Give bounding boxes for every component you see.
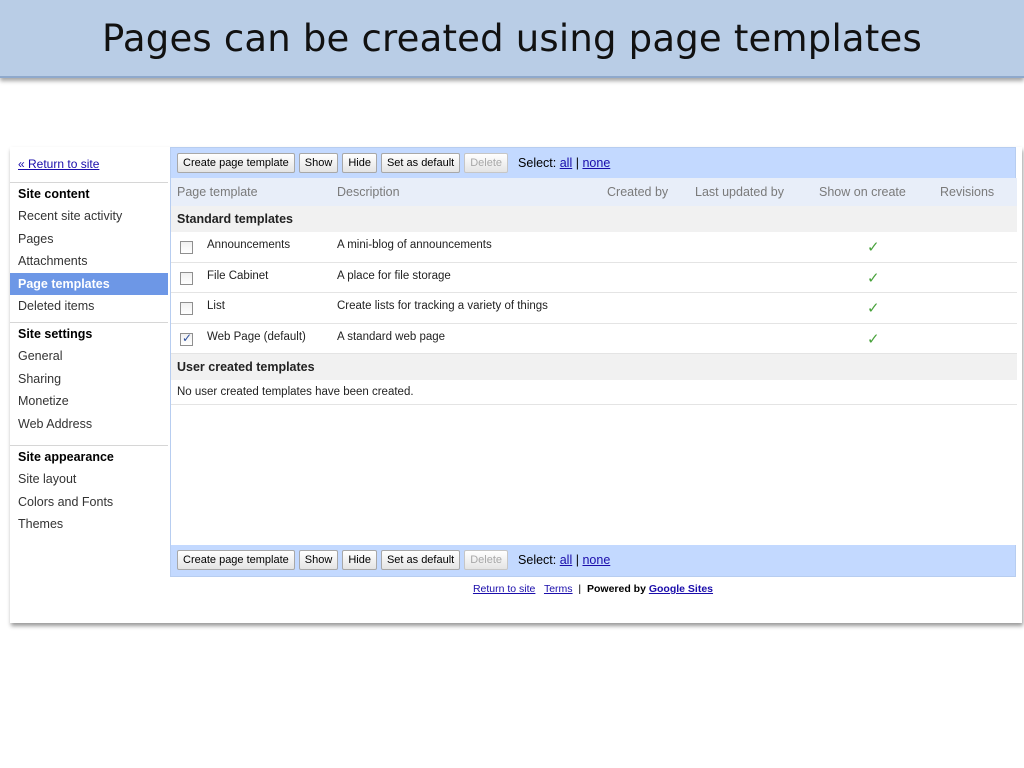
sidebar-section-site-content: Site content Recent site activity Pages … xyxy=(10,182,168,318)
sidebar-item-pages[interactable]: Pages xyxy=(10,228,168,251)
page-templates-panel: Create page template Show Hide Set as de… xyxy=(170,147,1017,577)
template-description: Create lists for tracking a variety of t… xyxy=(337,300,548,312)
sidebar-item-monetize[interactable]: Monetize xyxy=(10,390,168,413)
user-templates-group: User created templates xyxy=(171,354,1017,380)
sidebar-section-site-appearance: Site appearance Site layout Colors and F… xyxy=(10,445,168,536)
footer-google-sites-link[interactable]: Google Sites xyxy=(649,583,713,595)
empty-message: No user created templates have been crea… xyxy=(171,380,1017,405)
footer: Return to site Terms | Powered by Google… xyxy=(170,583,1016,595)
checkmark-icon: ✓ xyxy=(867,300,880,317)
select-none-link[interactable]: none xyxy=(582,156,610,170)
sidebar-item-sharing[interactable]: Sharing xyxy=(10,368,168,391)
toolbar-top: Create page template Show Hide Set as de… xyxy=(171,148,1017,178)
checkbox-icon[interactable] xyxy=(180,241,193,254)
footer-return-link[interactable]: Return to site xyxy=(473,583,535,595)
delete-button[interactable]: Delete xyxy=(464,550,509,570)
show-button[interactable]: Show xyxy=(298,550,339,570)
table-row[interactable]: List Create lists for tracking a variety… xyxy=(171,293,1017,324)
standard-templates-group: Standard templates xyxy=(171,206,1017,232)
template-description: A place for file storage xyxy=(337,269,451,282)
checkbox-icon[interactable] xyxy=(180,331,193,346)
footer-terms-link[interactable]: Terms xyxy=(544,583,573,595)
checkmark-icon: ✓ xyxy=(867,330,880,348)
toolbar-bottom: Create page template Show Hide Set as de… xyxy=(171,545,1017,575)
table-row[interactable]: Web Page (default) A standard web page ✓ xyxy=(171,324,1017,354)
select-separator: | xyxy=(575,156,579,170)
sidebar-item-page-templates[interactable]: Page templates xyxy=(10,272,168,295)
hide-button[interactable]: Hide xyxy=(342,153,377,173)
col-created-by[interactable]: Created by xyxy=(607,185,668,199)
template-name[interactable]: Announcements xyxy=(207,239,290,251)
templates-table: Page template Description Created by Las… xyxy=(171,178,1017,545)
footer-separator: | xyxy=(578,583,582,595)
template-name[interactable]: List xyxy=(207,300,225,312)
sidebar-item-general[interactable]: General xyxy=(10,345,168,368)
checkmark-icon: ✓ xyxy=(867,269,880,287)
select-separator: | xyxy=(575,553,579,567)
col-description[interactable]: Description xyxy=(337,185,400,199)
create-template-button[interactable]: Create page template xyxy=(177,550,295,570)
table-row[interactable]: Announcements A mini-blog of announcemen… xyxy=(171,232,1017,263)
sidebar-item-recent-activity[interactable]: Recent site activity xyxy=(10,205,168,228)
sidebar-item-deleted-items[interactable]: Deleted items xyxy=(10,295,168,318)
sidebar-section-site-settings: Site settings General Sharing Monetize W… xyxy=(10,322,168,435)
slide-title: Pages can be created using page template… xyxy=(102,16,922,60)
slide-title-bar: Pages can be created using page template… xyxy=(0,0,1024,78)
select-controls: Select: all | none xyxy=(518,156,610,170)
sites-admin-screenshot: « Return to site Site content Recent sit… xyxy=(10,147,1022,623)
table-header: Page template Description Created by Las… xyxy=(171,178,1017,206)
sidebar-item-site-layout[interactable]: Site layout xyxy=(10,468,168,491)
sidebar-heading: Site appearance xyxy=(18,450,114,464)
table-row[interactable]: File Cabinet A place for file storage ✓ xyxy=(171,263,1017,293)
select-all-link[interactable]: all xyxy=(560,156,573,170)
select-label: Select: xyxy=(518,553,557,567)
sidebar-item-themes[interactable]: Themes xyxy=(10,513,168,536)
checkbox-icon[interactable] xyxy=(180,302,193,315)
select-label: Select: xyxy=(518,156,557,170)
set-default-button[interactable]: Set as default xyxy=(380,153,461,173)
template-description: A mini-blog of announcements xyxy=(337,239,492,251)
select-controls: Select: all | none xyxy=(518,553,610,567)
checkbox-icon[interactable] xyxy=(180,271,193,285)
checkmark-icon: ✓ xyxy=(867,239,880,256)
col-revisions[interactable]: Revisions xyxy=(940,185,994,199)
hide-button[interactable]: Hide xyxy=(342,550,377,570)
footer-powered-by: Powered by xyxy=(586,583,646,595)
sidebar-item-colors-fonts[interactable]: Colors and Fonts xyxy=(10,491,168,514)
col-show-on-create[interactable]: Show on create xyxy=(819,185,906,199)
col-page-template[interactable]: Page template xyxy=(177,185,258,199)
sidebar-heading: Site settings xyxy=(18,327,93,341)
select-none-link[interactable]: none xyxy=(582,553,610,567)
sidebar: « Return to site Site content Recent sit… xyxy=(10,147,168,547)
show-button[interactable]: Show xyxy=(298,153,339,173)
select-all-link[interactable]: all xyxy=(560,553,573,567)
delete-button[interactable]: Delete xyxy=(464,153,509,173)
template-name[interactable]: File Cabinet xyxy=(207,270,268,282)
col-last-updated-by[interactable]: Last updated by xyxy=(695,185,784,199)
sidebar-item-web-address[interactable]: Web Address xyxy=(10,413,168,436)
set-default-button[interactable]: Set as default xyxy=(380,550,461,570)
create-template-button[interactable]: Create page template xyxy=(177,153,295,173)
sidebar-item-attachments[interactable]: Attachments xyxy=(10,250,168,273)
sidebar-heading: Site content xyxy=(18,187,90,201)
template-name[interactable]: Web Page (default) xyxy=(207,331,306,343)
return-to-site-link[interactable]: « Return to site xyxy=(18,157,99,171)
template-description: A standard web page xyxy=(337,330,446,343)
